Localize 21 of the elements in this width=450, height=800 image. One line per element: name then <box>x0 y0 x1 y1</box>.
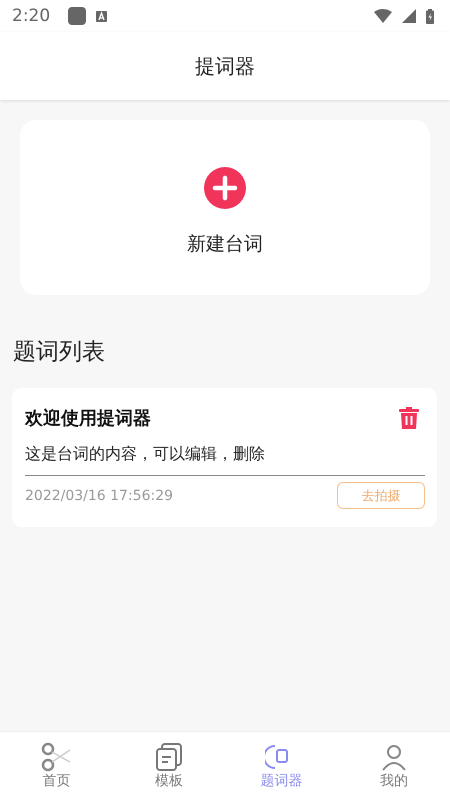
notification-icon <box>68 7 86 25</box>
wifi-icon <box>374 9 392 23</box>
nav-tab[interactable]: 我的 <box>338 732 450 800</box>
nav-tab[interactable]: 模板 <box>112 732 225 800</box>
new-script-label: 新建台词 <box>187 232 263 256</box>
battery-icon <box>426 8 434 24</box>
status-time: 2:20 <box>12 6 50 26</box>
add-icon <box>204 166 246 208</box>
nav-tab[interactable]: 首页 <box>0 732 112 800</box>
new-script-card[interactable]: 新建台词 <box>20 120 430 295</box>
script-content: 这是台词的内容，可以编辑，删除 <box>25 444 425 476</box>
script-title: 欢迎使用提词器 <box>25 407 151 430</box>
section-title: 题词列表 <box>13 338 106 367</box>
page-title: 提词器 <box>195 52 255 80</box>
script-date: 2022/03/16 17:56:29 <box>25 488 174 504</box>
signal-icon <box>402 9 416 23</box>
app-notification-icon <box>96 10 108 22</box>
nav-tab[interactable]: 题词器 <box>225 732 338 800</box>
delete-icon[interactable] <box>399 407 419 429</box>
scissors-icon <box>40 742 72 772</box>
script-card[interactable]: 欢迎使用提词器 这是台词的内容，可以编辑，删除 2022/03/16 17:56:29 去拍摄 <box>12 388 437 527</box>
